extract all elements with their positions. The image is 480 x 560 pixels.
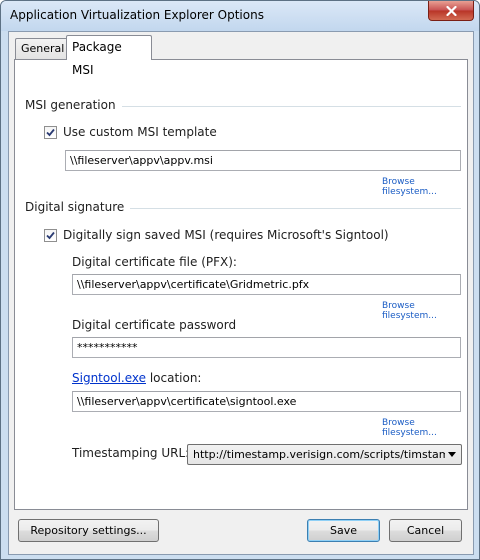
tab-package-msi[interactable]: Package MSI	[66, 35, 152, 77]
digitally-sign-label: Digitally sign saved MSI (requires Micro…	[63, 228, 389, 242]
checkmark-icon	[46, 231, 55, 240]
signtool-path-input[interactable]	[72, 391, 461, 412]
browse-cert-link[interactable]: Browse filesystem...	[382, 301, 467, 321]
dialog-client-area: General Package MSI MSI generation Use c…	[8, 31, 474, 555]
section-msi-generation: MSI generation	[25, 98, 122, 112]
signtool-label-suffix: location:	[146, 371, 202, 385]
section-divider	[113, 208, 461, 209]
package-msi-panel: MSI generation Use custom MSI template B…	[14, 59, 468, 510]
digitally-sign-checkbox[interactable]	[44, 229, 57, 242]
timestamp-url-value: http://timestamp.verisign.com/scripts/ti…	[193, 448, 445, 461]
chevron-down-icon	[448, 452, 456, 457]
use-custom-template-label: Use custom MSI template	[63, 125, 217, 139]
use-custom-template-checkbox[interactable]	[44, 126, 57, 139]
cert-password-label: Digital certificate password	[72, 318, 237, 332]
close-button[interactable]	[428, 1, 474, 21]
timestamp-url-dropdown[interactable]: http://timestamp.verisign.com/scripts/ti…	[187, 444, 462, 465]
checkmark-icon	[46, 128, 55, 137]
signtool-link[interactable]: Signtool.exe	[72, 371, 146, 385]
signtool-location-label: Signtool.exe location:	[72, 371, 201, 385]
timestamp-url-label: Timestamping URL:	[72, 446, 190, 460]
section-digital-signature: Digital signature	[25, 200, 131, 214]
cancel-button[interactable]: Cancel	[389, 519, 462, 542]
browse-template-link[interactable]: Browse filesystem...	[382, 177, 467, 197]
options-dialog: Application Virtualization Explorer Opti…	[0, 0, 480, 560]
section-divider	[105, 106, 461, 107]
cert-file-label: Digital certificate file (PFX):	[72, 255, 237, 269]
browse-signtool-link[interactable]: Browse filesystem...	[382, 418, 467, 438]
window-title: Application Virtualization Explorer Opti…	[10, 8, 264, 22]
save-button[interactable]: Save	[307, 519, 380, 542]
msi-template-path-input[interactable]	[65, 150, 461, 171]
cert-password-input[interactable]	[72, 337, 461, 358]
cert-file-path-input[interactable]	[72, 274, 461, 295]
close-icon	[445, 5, 457, 16]
repository-settings-button[interactable]: Repository settings...	[18, 519, 159, 542]
title-bar[interactable]: Application Virtualization Explorer Opti…	[1, 1, 479, 31]
tab-general[interactable]: General	[15, 38, 69, 59]
